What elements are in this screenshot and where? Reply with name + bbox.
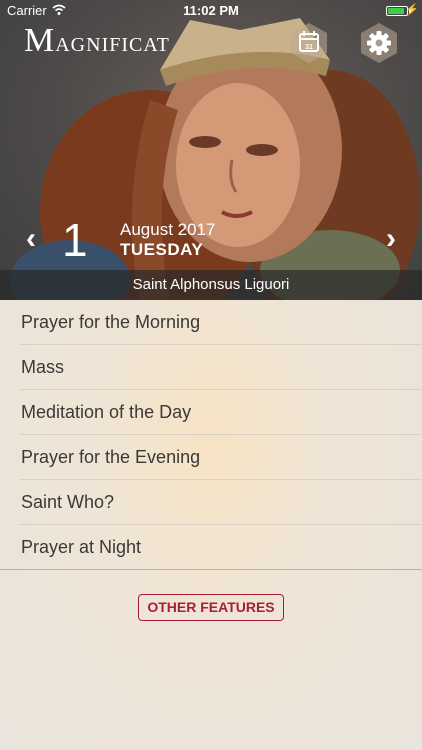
menu-item-prayer-evening[interactable]: Prayer for the Evening <box>20 435 422 480</box>
logo-rest: AGNIFICAT <box>55 34 170 56</box>
prayer-menu: Prayer for the Morning Mass Meditation o… <box>0 300 422 570</box>
hero-image: Carrier 11:02 PM ⚡ MAGNIFICAT 31 ‹ 1 Aug… <box>0 0 422 300</box>
calendar-day: 31 <box>305 44 313 51</box>
menu-item-prayer-night[interactable]: Prayer at Night <box>0 525 422 570</box>
weekday: TUESDAY <box>120 240 204 259</box>
chevron-left-icon[interactable]: ‹ <box>26 224 36 254</box>
month-year: August 2017 <box>120 220 216 239</box>
logo-initial: M <box>24 22 56 59</box>
feast-title: Saint Alphonsus Liguori <box>0 270 422 300</box>
day-number: 1 <box>62 214 88 266</box>
gear-icon <box>361 23 397 63</box>
battery-level <box>388 8 405 14</box>
menu-item-prayer-morning[interactable]: Prayer for the Morning <box>20 300 422 345</box>
date-navigator: ‹ 1 August 2017 TUESDAY › <box>0 212 422 268</box>
calendar-button[interactable]: 31 <box>290 22 328 64</box>
menu-item-saint-who[interactable]: Saint Who? <box>20 480 422 525</box>
status-bar: Carrier 11:02 PM ⚡ <box>0 0 422 22</box>
chevron-right-icon[interactable]: › <box>386 224 396 254</box>
content-area: Prayer for the Morning Mass Meditation o… <box>0 300 422 750</box>
calendar-icon: 31 <box>291 23 327 63</box>
settings-button[interactable] <box>360 22 398 64</box>
magnificat-logo: MAGNIFICAT <box>24 22 170 60</box>
clock: 11:02 PM <box>183 3 239 18</box>
menu-item-mass[interactable]: Mass <box>20 345 422 390</box>
other-features-button[interactable]: OTHER FEATURES <box>138 594 284 621</box>
charging-icon: ⚡ <box>405 4 419 16</box>
menu-item-meditation[interactable]: Meditation of the Day <box>20 390 422 435</box>
